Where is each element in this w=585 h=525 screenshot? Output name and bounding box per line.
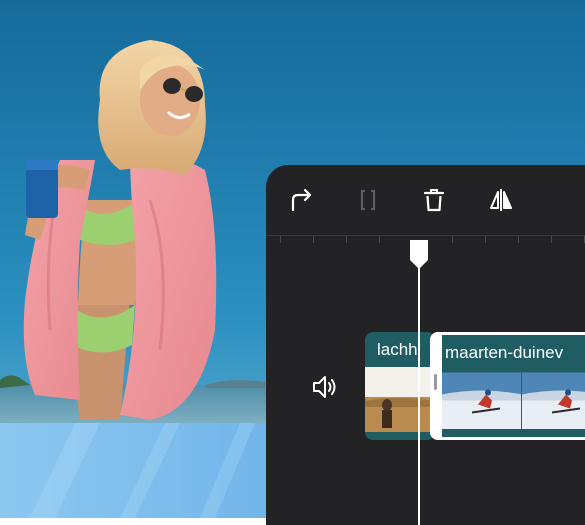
clip-footer <box>365 432 435 440</box>
split-button[interactable] <box>351 183 385 217</box>
editor-toolbar <box>266 165 585 235</box>
speaker-icon <box>313 376 336 398</box>
ruler-tick <box>379 236 380 243</box>
flip-button[interactable] <box>484 183 518 217</box>
clip-footer <box>433 429 585 437</box>
flip-icon <box>490 189 512 211</box>
clip-thumbnail <box>442 372 585 433</box>
video-track: lachh maarten-duinev <box>266 332 585 440</box>
trash-icon <box>423 189 445 212</box>
clip-title: maarten-duinev <box>445 343 564 362</box>
ruler-tick <box>485 236 486 243</box>
split-icon <box>360 189 376 211</box>
ruler-tick <box>313 236 314 243</box>
video-clip[interactable]: lachh <box>365 332 435 440</box>
redo-icon <box>291 188 312 212</box>
audio-toggle-button[interactable] <box>310 372 340 402</box>
ruler-tick <box>280 236 281 243</box>
ruler-tick <box>346 236 347 243</box>
ruler-tick <box>518 236 519 243</box>
trim-grip <box>434 374 437 390</box>
clip-thumbnail <box>365 367 435 432</box>
trim-handle-left[interactable] <box>430 332 442 440</box>
video-editor-panel: lachh maarten-duinev <box>266 165 585 525</box>
delete-button[interactable] <box>417 183 451 217</box>
clip-header: lachh <box>365 332 435 367</box>
playhead-line[interactable] <box>418 240 420 525</box>
clip-title: lachh <box>377 340 418 359</box>
clip-header: maarten-duinev <box>433 335 585 370</box>
ruler-tick <box>452 236 453 243</box>
clip-body: maarten-duinev <box>433 335 585 437</box>
ruler-tick <box>551 236 552 243</box>
selected-video-clip[interactable]: maarten-duinev <box>430 332 585 440</box>
redo-button[interactable] <box>284 183 318 217</box>
playhead-handle[interactable] <box>410 240 428 270</box>
